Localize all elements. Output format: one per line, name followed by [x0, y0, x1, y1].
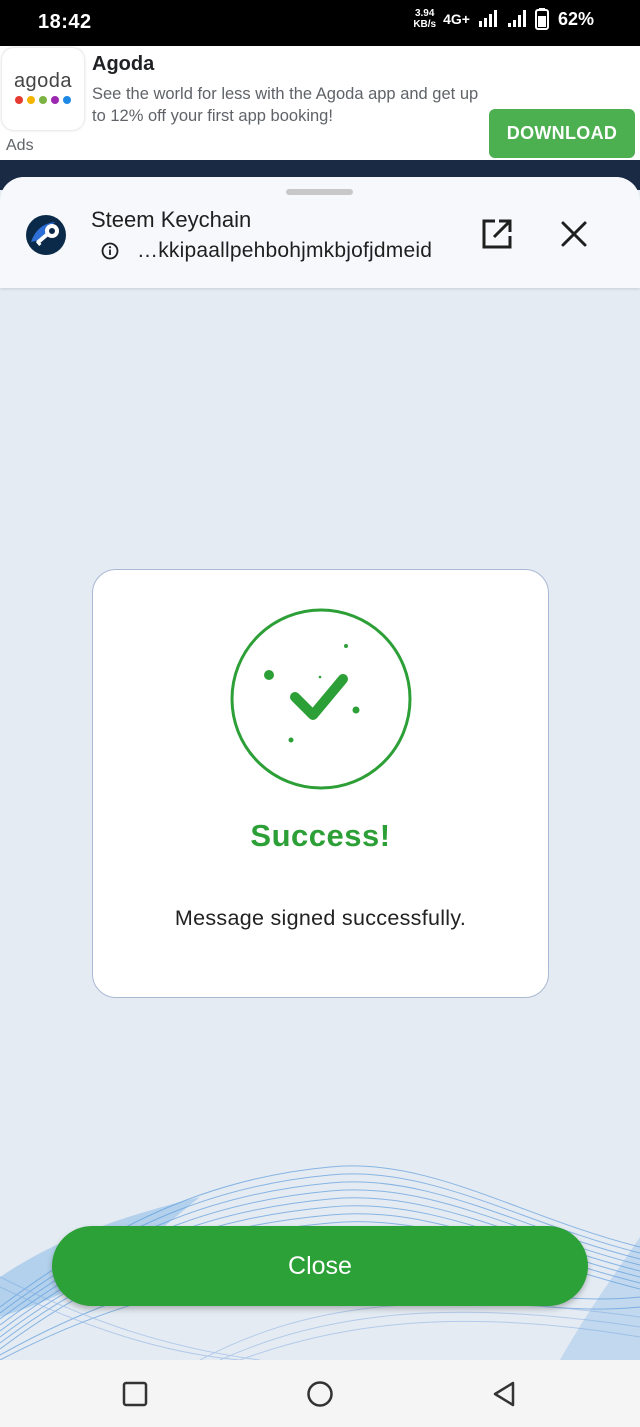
- keychain-sheet: Steem Keychain …kkipaallpehbohjmkbjofjdm…: [0, 177, 640, 1360]
- ad-logo-dots: [15, 96, 71, 104]
- home-icon[interactable]: [305, 1379, 335, 1409]
- network-type: 4G+: [443, 11, 470, 27]
- close-button[interactable]: Close: [52, 1226, 588, 1306]
- ad-app-logo[interactable]: agoda: [2, 48, 84, 130]
- url-row: …kkipaallpehbohjmkbjofjdmeid: [101, 239, 432, 263]
- success-check-icon: [230, 608, 412, 790]
- ad-label: Ads: [6, 137, 34, 154]
- signal-icon-2: [507, 10, 526, 27]
- status-bar: 18:42 3.94 KB/s 4G+ 62%: [0, 0, 640, 46]
- back-icon[interactable]: [490, 1379, 520, 1409]
- status-time: 18:42: [38, 11, 92, 33]
- app-title: Steem Keychain: [91, 207, 252, 232]
- battery-icon: [534, 8, 549, 30]
- ad-description[interactable]: See the world for less with the Agoda ap…: [92, 83, 492, 127]
- open-external-icon[interactable]: [480, 217, 514, 251]
- success-message: Message signed successfully.: [174, 906, 467, 930]
- signal-icon: [478, 10, 497, 27]
- network-speed: 3.94 KB/s: [413, 8, 437, 30]
- sheet-header: Steem Keychain …kkipaallpehbohjmkbjofjdm…: [0, 177, 640, 288]
- navigation-bar: [0, 1360, 640, 1427]
- recent-apps-icon[interactable]: [120, 1379, 150, 1409]
- success-card: Success! Message signed successfully.: [92, 569, 549, 998]
- steem-keychain-icon: [26, 215, 66, 255]
- drag-handle[interactable]: [286, 189, 353, 195]
- ad-title[interactable]: Agoda: [92, 53, 154, 76]
- info-icon[interactable]: [101, 242, 119, 260]
- success-title: Success!: [250, 818, 391, 853]
- status-indicators: 3.94 KB/s 4G+ 62%: [413, 8, 594, 30]
- extension-url: …kkipaallpehbohjmkbjofjdmeid: [137, 239, 433, 262]
- ad-download-button[interactable]: DOWNLOAD: [489, 109, 635, 158]
- battery-percent: 62%: [557, 8, 594, 29]
- close-icon[interactable]: [558, 218, 590, 250]
- ad-banner[interactable]: agoda Agoda See the world for less with …: [0, 46, 640, 160]
- ad-logo-wordmark: agoda: [13, 70, 73, 92]
